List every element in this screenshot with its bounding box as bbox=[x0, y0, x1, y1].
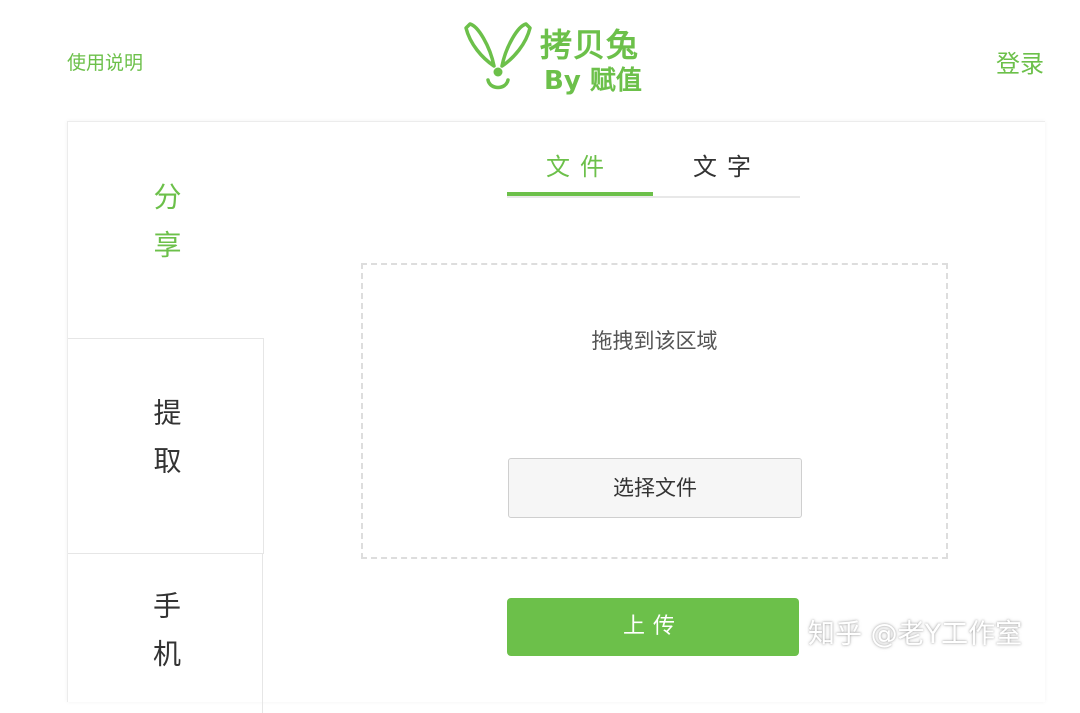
watermark: 知乎 @老Y工作室 bbox=[808, 619, 1023, 650]
tab-bar: 文件 文字 bbox=[507, 148, 800, 198]
sidebar-item-extract[interactable]: 提取 bbox=[68, 338, 264, 554]
rabbit-logo-icon bbox=[464, 22, 532, 90]
sidebar-item-label: 提取 bbox=[149, 398, 183, 494]
login-link[interactable]: 登录 bbox=[996, 44, 1044, 79]
sidebar-item-share[interactable]: 分享 bbox=[68, 122, 263, 338]
drop-zone-hint: 拖拽到该区域 bbox=[591, 329, 718, 353]
logo: 拷贝兔 By 赋值 bbox=[460, 16, 660, 96]
sidebar-item-label: 手机 bbox=[149, 591, 182, 687]
logo-subtitle: By 赋值 bbox=[544, 66, 642, 96]
upload-button[interactable]: 上传 bbox=[507, 598, 799, 656]
file-drop-zone[interactable]: 拖拽到该区域 选择文件 bbox=[361, 263, 948, 559]
help-link[interactable]: 使用说明 bbox=[67, 48, 143, 75]
tab-text[interactable]: 文字 bbox=[654, 148, 800, 194]
sidebar-item-phone[interactable]: 手机 bbox=[68, 553, 263, 713]
choose-file-button[interactable]: 选择文件 bbox=[508, 458, 802, 518]
tab-file[interactable]: 文件 bbox=[507, 148, 653, 196]
sidebar-item-label: 分享 bbox=[149, 182, 183, 278]
